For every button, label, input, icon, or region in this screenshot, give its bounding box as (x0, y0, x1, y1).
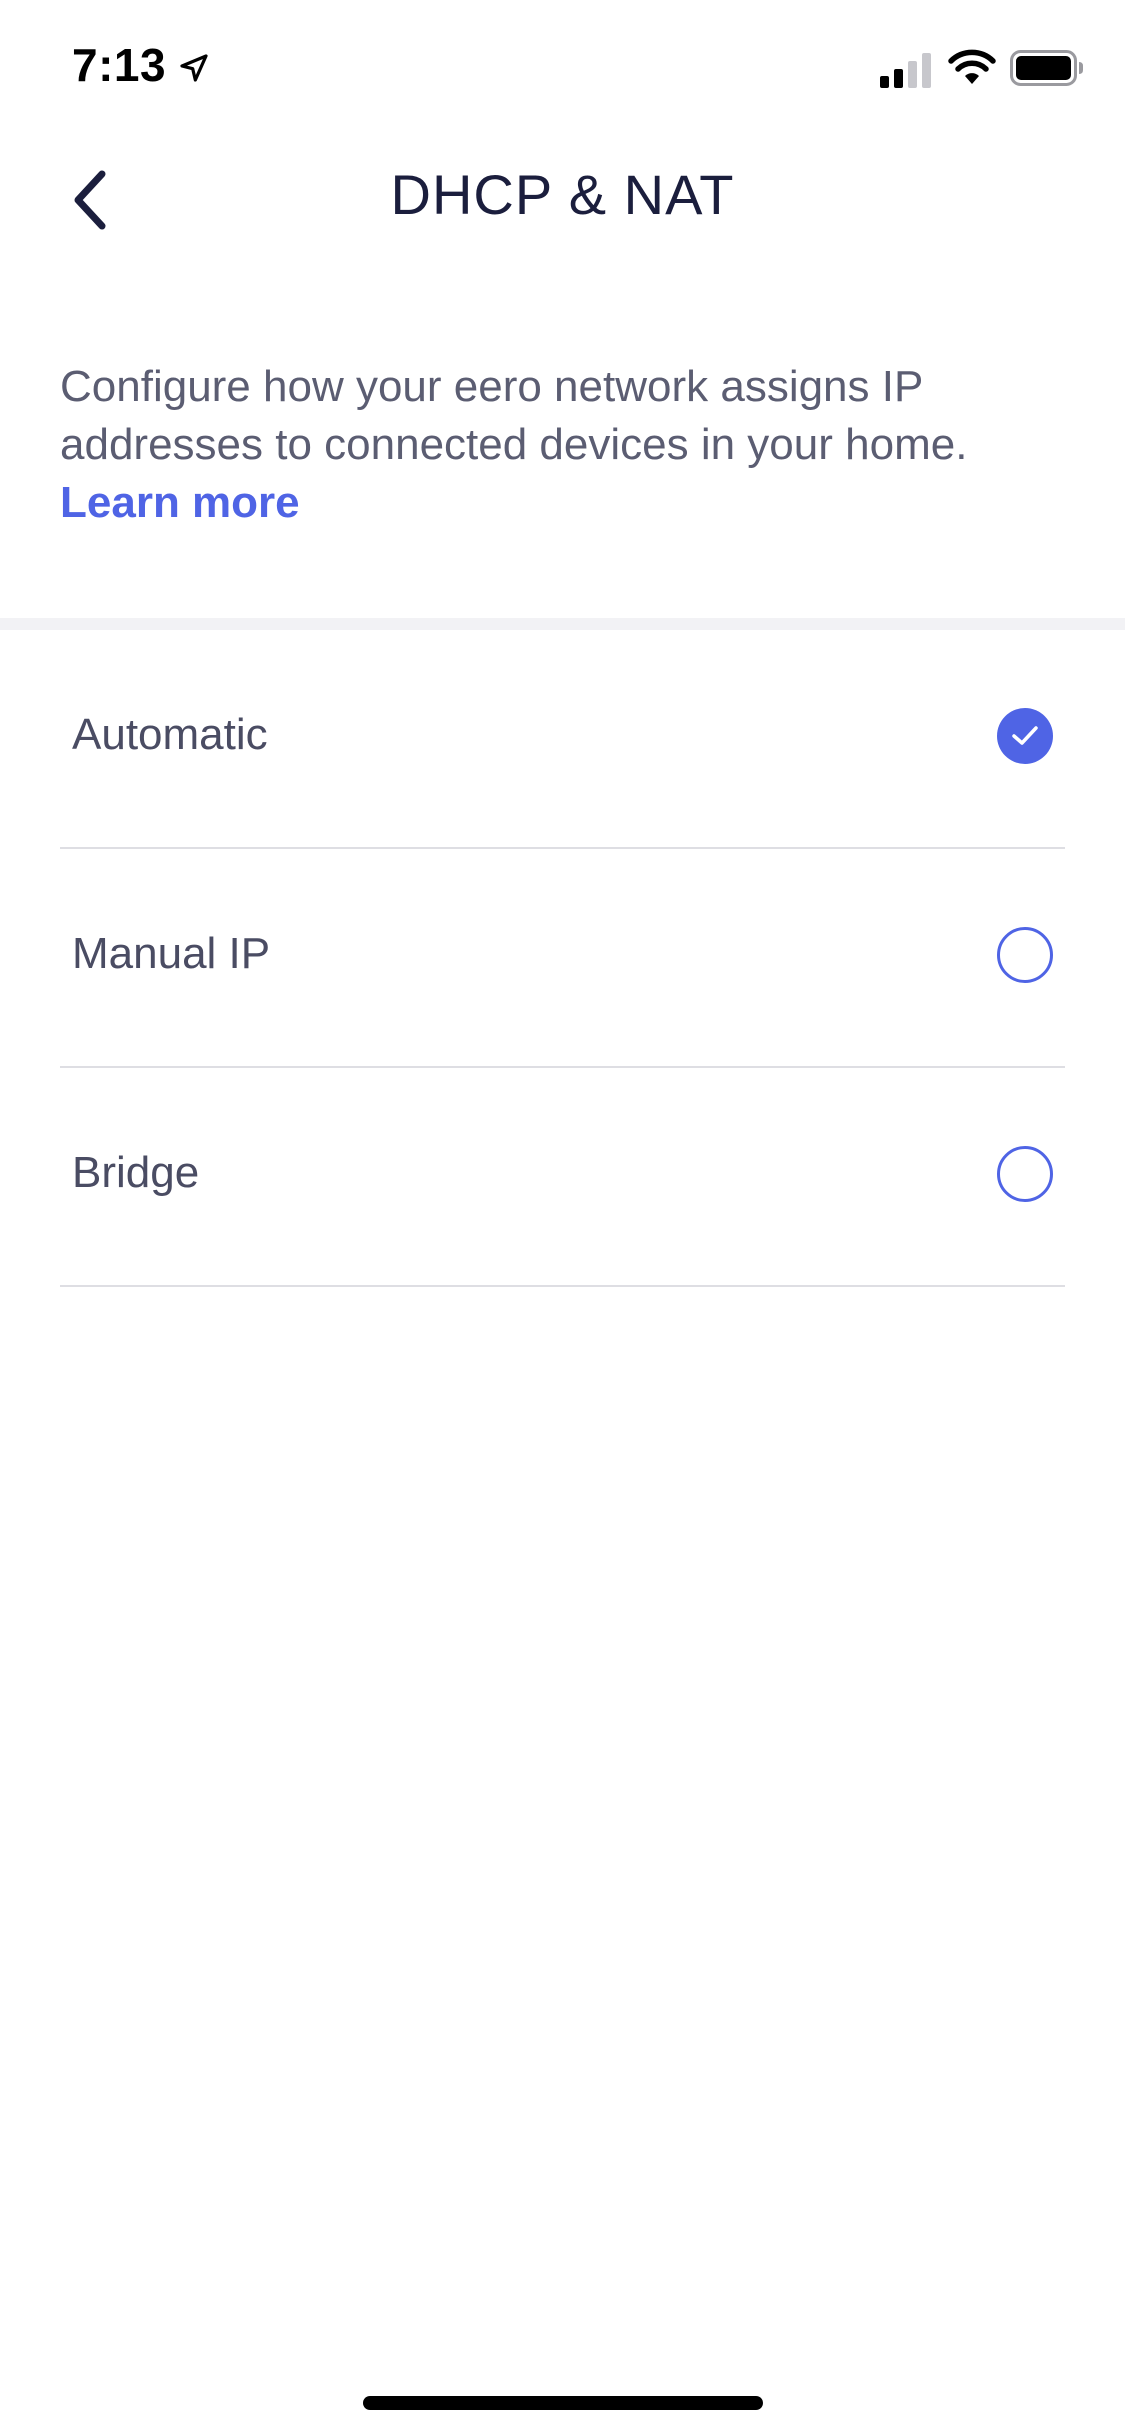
learn-more-link[interactable]: Learn more (60, 474, 300, 532)
status-time: 7:13 (72, 39, 167, 91)
option-manual-ip[interactable]: Manual IP (60, 849, 1065, 1068)
home-indicator (363, 2396, 763, 2410)
location-arrow-icon (180, 54, 208, 82)
option-bridge[interactable]: Bridge (60, 1068, 1065, 1287)
option-automatic[interactable]: Automatic (60, 630, 1065, 849)
checkmark-icon (1012, 726, 1038, 745)
option-label: Manual IP (72, 929, 271, 978)
option-label: Bridge (72, 1148, 200, 1197)
battery-icon (1010, 50, 1083, 86)
radio-unselected-icon[interactable] (997, 1146, 1053, 1202)
status-bar: 7:13 (0, 0, 1125, 132)
description-text: Configure how your eero network assigns … (60, 362, 968, 469)
option-list: Automatic Manual IP Bridge (0, 630, 1125, 1287)
wifi-icon (948, 49, 996, 84)
signal-icon (880, 53, 931, 88)
option-label: Automatic (72, 710, 268, 759)
section-divider (0, 618, 1125, 630)
description-block: Configure how your eero network assigns … (60, 358, 1070, 532)
nav-header: DHCP & NAT (0, 140, 1125, 250)
radio-selected-icon[interactable] (997, 708, 1053, 764)
radio-unselected-icon[interactable] (997, 927, 1053, 983)
page-title: DHCP & NAT (390, 163, 735, 226)
